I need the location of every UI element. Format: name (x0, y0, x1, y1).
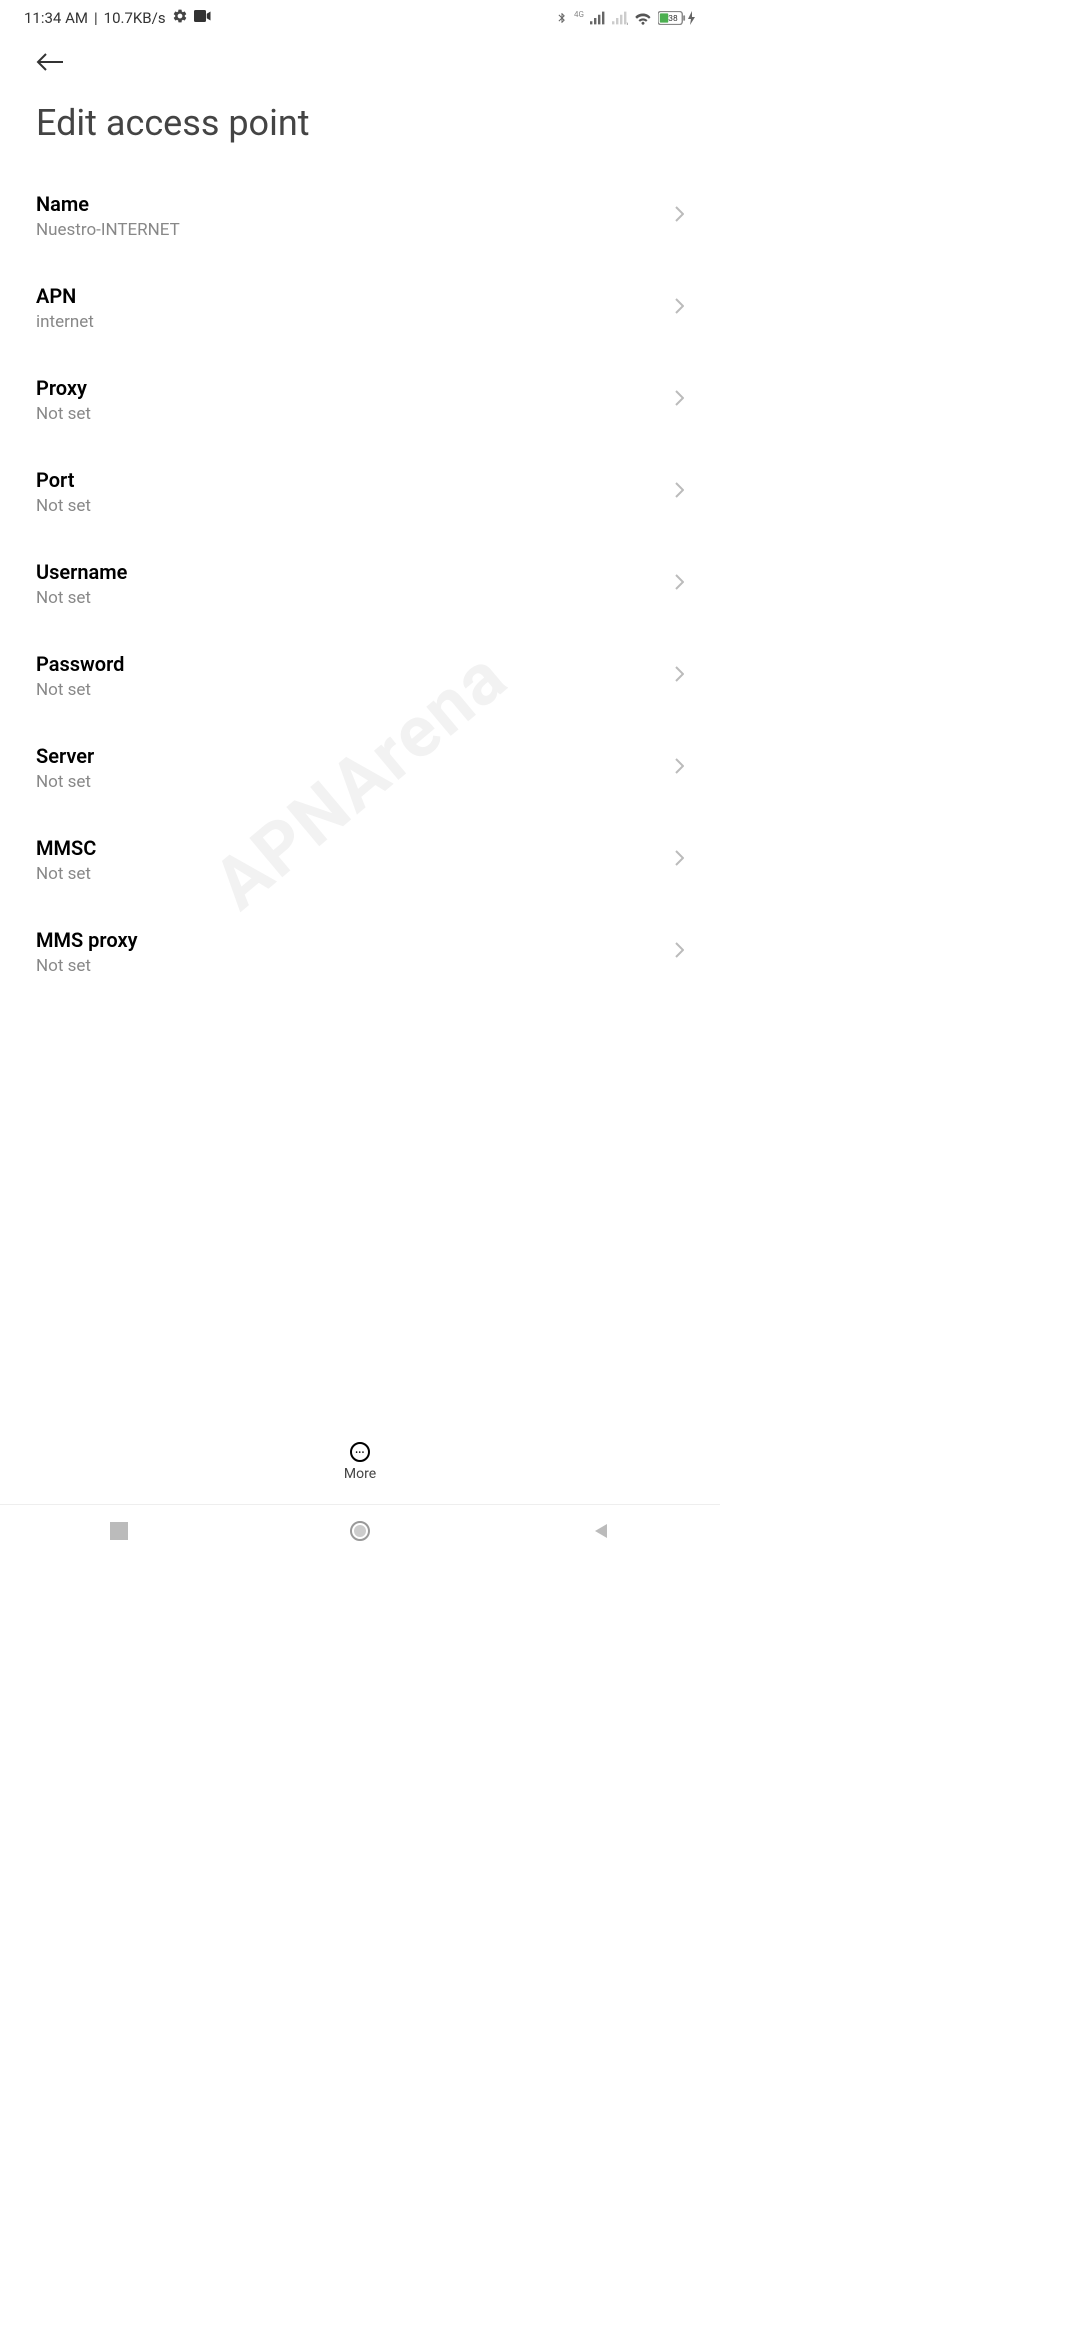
nav-home-button[interactable] (349, 1520, 371, 1546)
wifi-icon (634, 11, 652, 25)
setting-name[interactable]: Name Nuestro-INTERNET (36, 170, 684, 262)
status-separator: | (94, 9, 98, 27)
setting-label: Name (36, 192, 662, 216)
more-icon: ••• (350, 1442, 370, 1462)
bottom-toolbar: ••• More (0, 1430, 720, 1494)
svg-text:38: 38 (668, 14, 678, 24)
charging-icon (688, 11, 696, 25)
setting-password[interactable]: Password Not set (36, 630, 684, 722)
status-bar: 11:34 AM | 10.7KB/s 4G × 38 (0, 0, 720, 36)
chevron-right-icon (674, 849, 684, 871)
more-button[interactable]: ••• More (344, 1442, 376, 1482)
gear-icon (172, 8, 188, 28)
chevron-right-icon (674, 481, 684, 503)
setting-value: internet (36, 312, 662, 332)
setting-username[interactable]: Username Not set (36, 538, 684, 630)
setting-label: Port (36, 468, 662, 492)
setting-value: Not set (36, 680, 662, 700)
chevron-right-icon (674, 941, 684, 963)
setting-label: Username (36, 560, 662, 584)
status-time: 11:34 AM (24, 9, 88, 27)
svg-text:×: × (626, 20, 628, 25)
signal-sim1-icon (590, 11, 606, 25)
settings-list: Name Nuestro-INTERNET APN internet Proxy… (0, 170, 720, 998)
nav-recent-button[interactable] (110, 1522, 128, 1544)
chevron-right-icon (674, 665, 684, 687)
chevron-right-icon (674, 757, 684, 779)
setting-mmsc[interactable]: MMSC Not set (36, 814, 684, 906)
bluetooth-icon (556, 10, 568, 26)
setting-label: Server (36, 744, 662, 768)
chevron-right-icon (674, 573, 684, 595)
network-4g-icon: 4G (574, 10, 584, 19)
header (0, 36, 720, 84)
setting-value: Nuestro-INTERNET (36, 220, 662, 240)
camera-icon (194, 9, 212, 27)
status-right: 4G × 38 (556, 10, 696, 26)
setting-label: MMS proxy (36, 928, 662, 952)
nav-back-button[interactable] (592, 1522, 610, 1544)
setting-port[interactable]: Port Not set (36, 446, 684, 538)
setting-value: Not set (36, 404, 662, 424)
status-left: 11:34 AM | 10.7KB/s (24, 8, 212, 28)
status-speed: 10.7KB/s (104, 9, 166, 27)
back-button[interactable] (36, 52, 64, 72)
setting-label: APN (36, 284, 662, 308)
signal-sim2-icon: × (612, 11, 628, 25)
chevron-right-icon (674, 389, 684, 411)
setting-value: Not set (36, 956, 662, 976)
chevron-right-icon (674, 297, 684, 319)
setting-proxy[interactable]: Proxy Not set (36, 354, 684, 446)
setting-value: Not set (36, 496, 662, 516)
setting-value: Not set (36, 772, 662, 792)
setting-apn[interactable]: APN internet (36, 262, 684, 354)
setting-label: Password (36, 652, 662, 676)
setting-label: MMSC (36, 836, 662, 860)
chevron-right-icon (674, 205, 684, 227)
setting-value: Not set (36, 588, 662, 608)
more-label: More (344, 1466, 376, 1482)
navigation-bar (0, 1504, 720, 1560)
page-title: Edit access point (0, 84, 720, 170)
battery-icon: 38 (658, 11, 696, 25)
setting-server[interactable]: Server Not set (36, 722, 684, 814)
setting-mms-proxy[interactable]: MMS proxy Not set (36, 906, 684, 998)
setting-value: Not set (36, 864, 662, 884)
setting-label: Proxy (36, 376, 662, 400)
